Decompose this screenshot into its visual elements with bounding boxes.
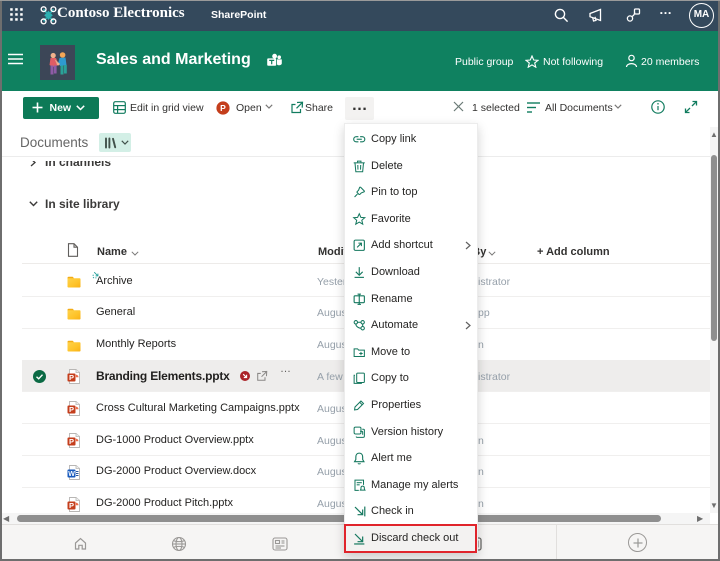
svg-text:P: P xyxy=(69,373,74,382)
svg-text:W: W xyxy=(68,471,75,478)
svg-text:P: P xyxy=(220,103,226,113)
svg-text:P: P xyxy=(69,437,74,446)
svg-text:P: P xyxy=(69,405,74,414)
svg-text:P: P xyxy=(69,501,74,510)
